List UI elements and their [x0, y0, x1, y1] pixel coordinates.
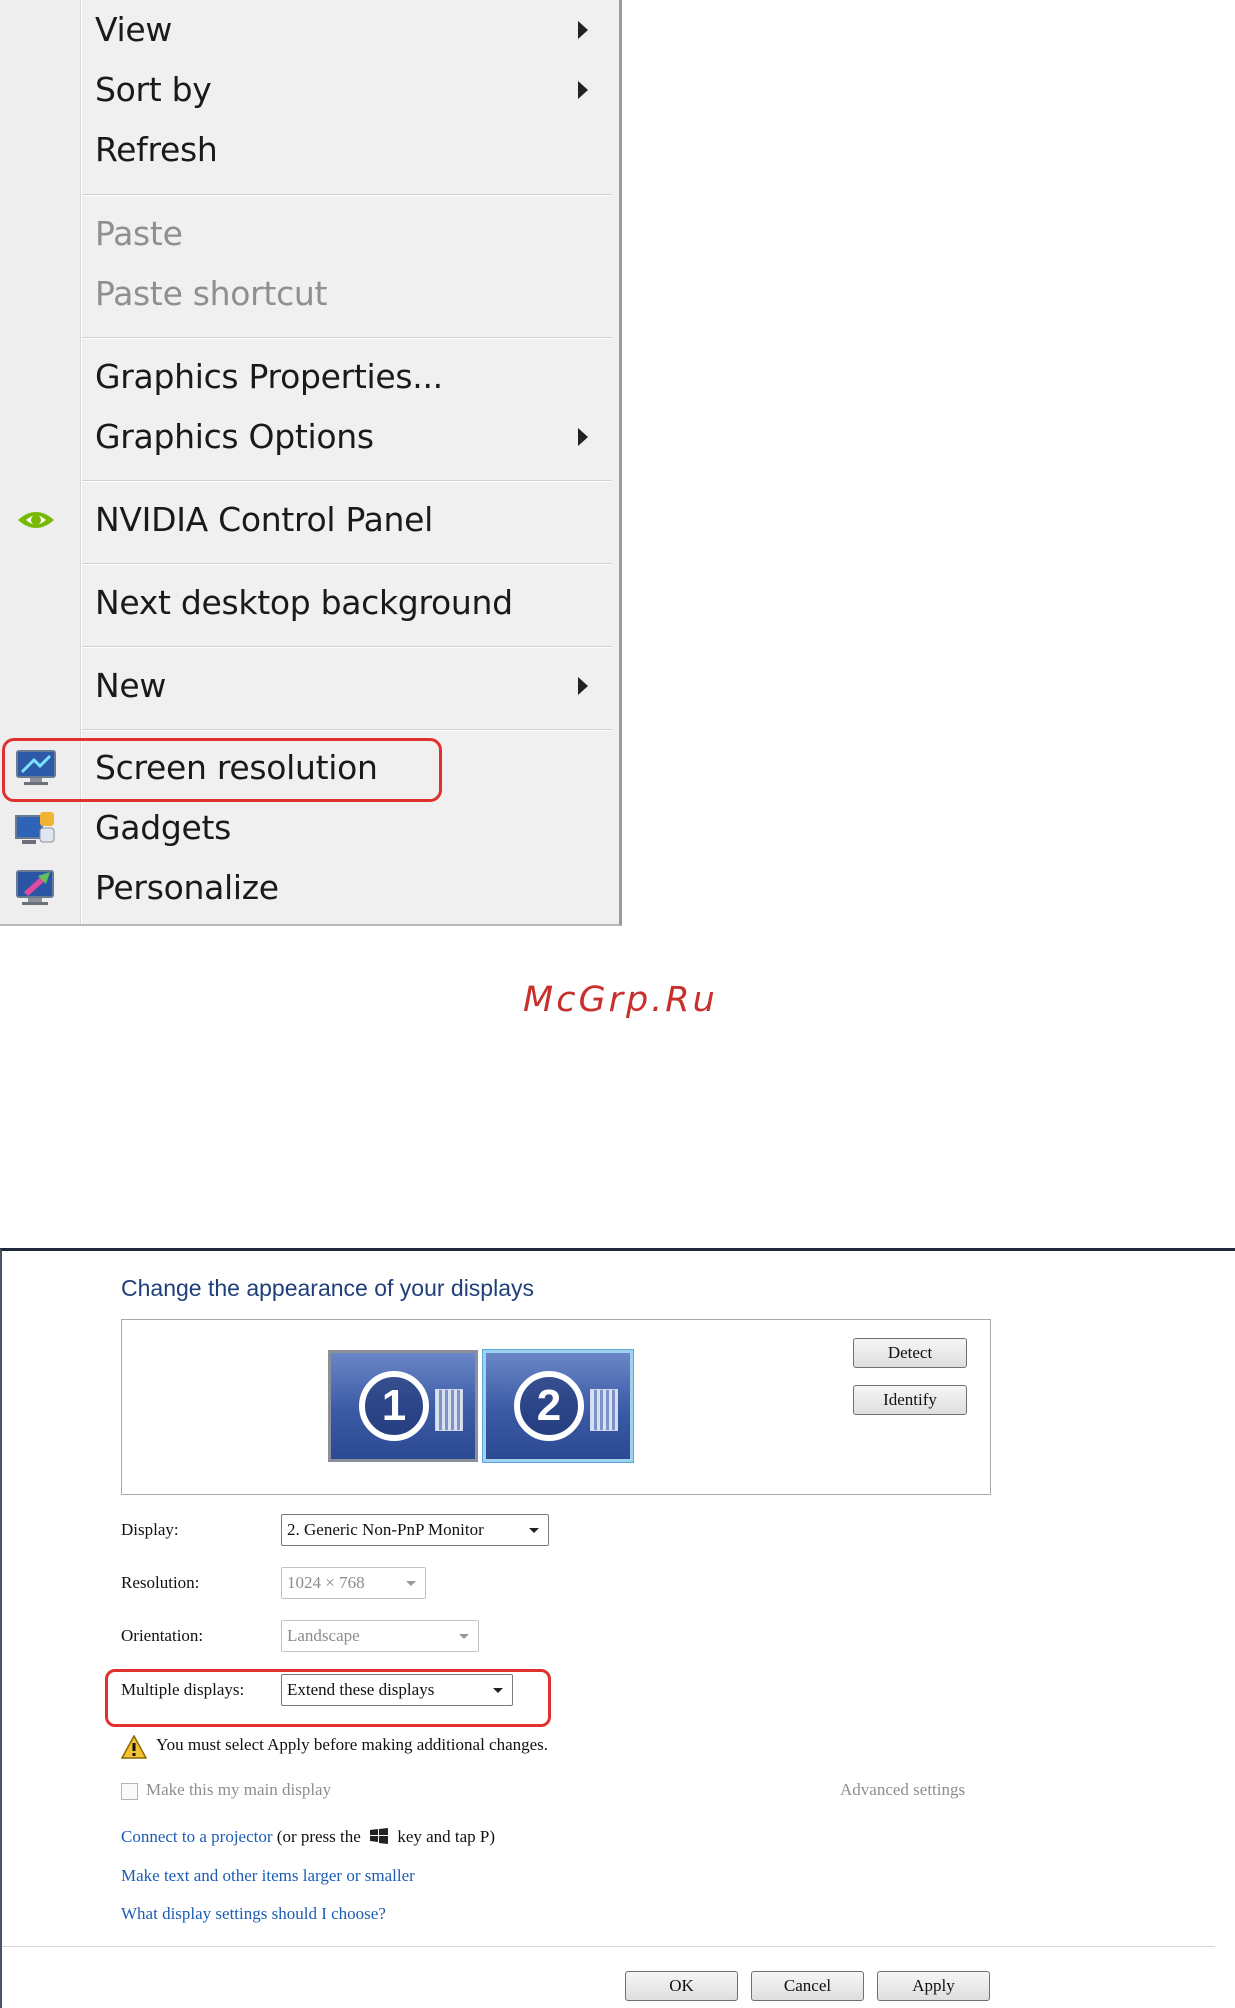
- dropdown-arrow-icon: [529, 1528, 539, 1533]
- personalize-icon: [16, 870, 54, 905]
- apply-warning-text: You must select Apply before making addi…: [156, 1735, 549, 1754]
- main-display-label: Make this my main display: [146, 1780, 332, 1799]
- watermark: McGrp.Ru: [523, 980, 718, 1020]
- menu-separator: [82, 337, 612, 339]
- menu-item-graphics-options[interactable]: Graphics Options: [0, 407, 615, 467]
- menu-item-label: NVIDIA Control Panel: [95, 500, 434, 539]
- menu-separator: [82, 646, 612, 648]
- menu-separator: [82, 194, 612, 196]
- menu-item-label: Paste: [95, 214, 183, 253]
- menu-item-paste: Paste: [0, 204, 615, 264]
- connect-projector-link[interactable]: Connect to a projector: [121, 1827, 273, 1846]
- dropdown-arrow-icon: [459, 1634, 469, 1639]
- menu-item-graphics-properties[interactable]: Graphics Properties...: [0, 347, 615, 407]
- menu-item-label: Graphics Options: [95, 417, 374, 456]
- monitor-grid-icon: [435, 1389, 463, 1431]
- projector-hint-pre: (or press the: [276, 1827, 361, 1846]
- monitor-2[interactable]: 2: [483, 1350, 633, 1462]
- submenu-arrow-icon: [578, 81, 588, 99]
- cancel-button[interactable]: Cancel: [751, 1971, 864, 2001]
- apply-button[interactable]: Apply: [877, 1971, 990, 2001]
- menu-item-refresh[interactable]: Refresh: [0, 120, 615, 180]
- menu-item-sort-by[interactable]: Sort by: [0, 60, 615, 120]
- projector-hint-post: key and tap P): [397, 1827, 496, 1846]
- menu-item-label: Paste shortcut: [95, 274, 328, 313]
- menu-item-next-desktop-background[interactable]: Next desktop background: [0, 573, 615, 633]
- menu-separator: [82, 729, 612, 731]
- projector-line: Connect to a projector (or press the key…: [121, 1827, 495, 1847]
- screen-resolution-dialog: Change the appearance of your displays 1…: [0, 1248, 1235, 2008]
- text-size-link[interactable]: Make text and other items larger or smal…: [121, 1866, 415, 1886]
- gadgets-icon: [15, 812, 55, 844]
- menu-item-view[interactable]: View: [0, 0, 615, 60]
- orientation-select: Landscape: [281, 1620, 479, 1652]
- dropdown-arrow-icon: [406, 1581, 416, 1586]
- display-settings-help-link[interactable]: What display settings should I choose?: [121, 1904, 386, 1924]
- orientation-select-value: Landscape: [287, 1626, 360, 1645]
- menu-item-label: View: [95, 10, 173, 49]
- menu-item-label: Gadgets: [95, 808, 232, 847]
- windows-key-icon: [370, 1828, 389, 1844]
- submenu-arrow-icon: [578, 21, 588, 39]
- monitor-1[interactable]: 1: [328, 1350, 478, 1462]
- main-display-checkbox: [121, 1783, 138, 1800]
- menu-item-label: Next desktop background: [95, 583, 513, 622]
- submenu-arrow-icon: [578, 677, 588, 695]
- menu-item-label: Graphics Properties...: [95, 357, 443, 396]
- ok-button[interactable]: OK: [625, 1971, 738, 2001]
- screen-resolution-highlight: [2, 738, 442, 802]
- monitor-number: 2: [514, 1371, 584, 1441]
- menu-item-label: Sort by: [95, 70, 212, 109]
- monitor-arrangement-area: 1 2 Detect Identify: [121, 1319, 991, 1495]
- identify-button[interactable]: Identify: [853, 1385, 967, 1415]
- menu-separator: [82, 480, 612, 482]
- menu-item-new[interactable]: New: [0, 656, 615, 716]
- submenu-arrow-icon: [578, 428, 588, 446]
- resolution-label: Resolution:: [121, 1573, 200, 1592]
- menu-item-personalize[interactable]: Personalize: [0, 858, 615, 918]
- monitor-grid-icon: [590, 1389, 618, 1431]
- menu-item-label: New: [95, 666, 167, 705]
- footer-divider: [2, 1946, 1215, 1947]
- advanced-settings-link: Advanced settings: [840, 1780, 966, 1799]
- menu-item-label: Refresh: [95, 130, 218, 169]
- nvidia-icon: [18, 512, 54, 528]
- monitor-number: 1: [359, 1371, 429, 1441]
- page-title: Change the appearance of your displays: [121, 1275, 535, 1301]
- display-select[interactable]: 2. Generic Non-PnP Monitor: [281, 1514, 549, 1546]
- orientation-label: Orientation:: [121, 1626, 204, 1645]
- menu-item-paste-shortcut: Paste shortcut: [0, 264, 615, 324]
- menu-item-nvidia-control-panel[interactable]: NVIDIA Control Panel: [0, 490, 615, 550]
- resolution-select: 1024 × 768: [281, 1567, 426, 1599]
- multiple-displays-highlight: [105, 1669, 551, 1727]
- warning-icon: [121, 1735, 147, 1759]
- detect-button[interactable]: Detect: [853, 1338, 967, 1368]
- menu-item-label: Personalize: [95, 868, 279, 907]
- display-select-value: 2. Generic Non-PnP Monitor: [287, 1520, 484, 1539]
- resolution-select-value: 1024 × 768: [287, 1573, 365, 1592]
- menu-separator: [82, 563, 612, 565]
- menu-item-gadgets[interactable]: Gadgets: [0, 798, 615, 858]
- display-label: Display:: [121, 1520, 179, 1539]
